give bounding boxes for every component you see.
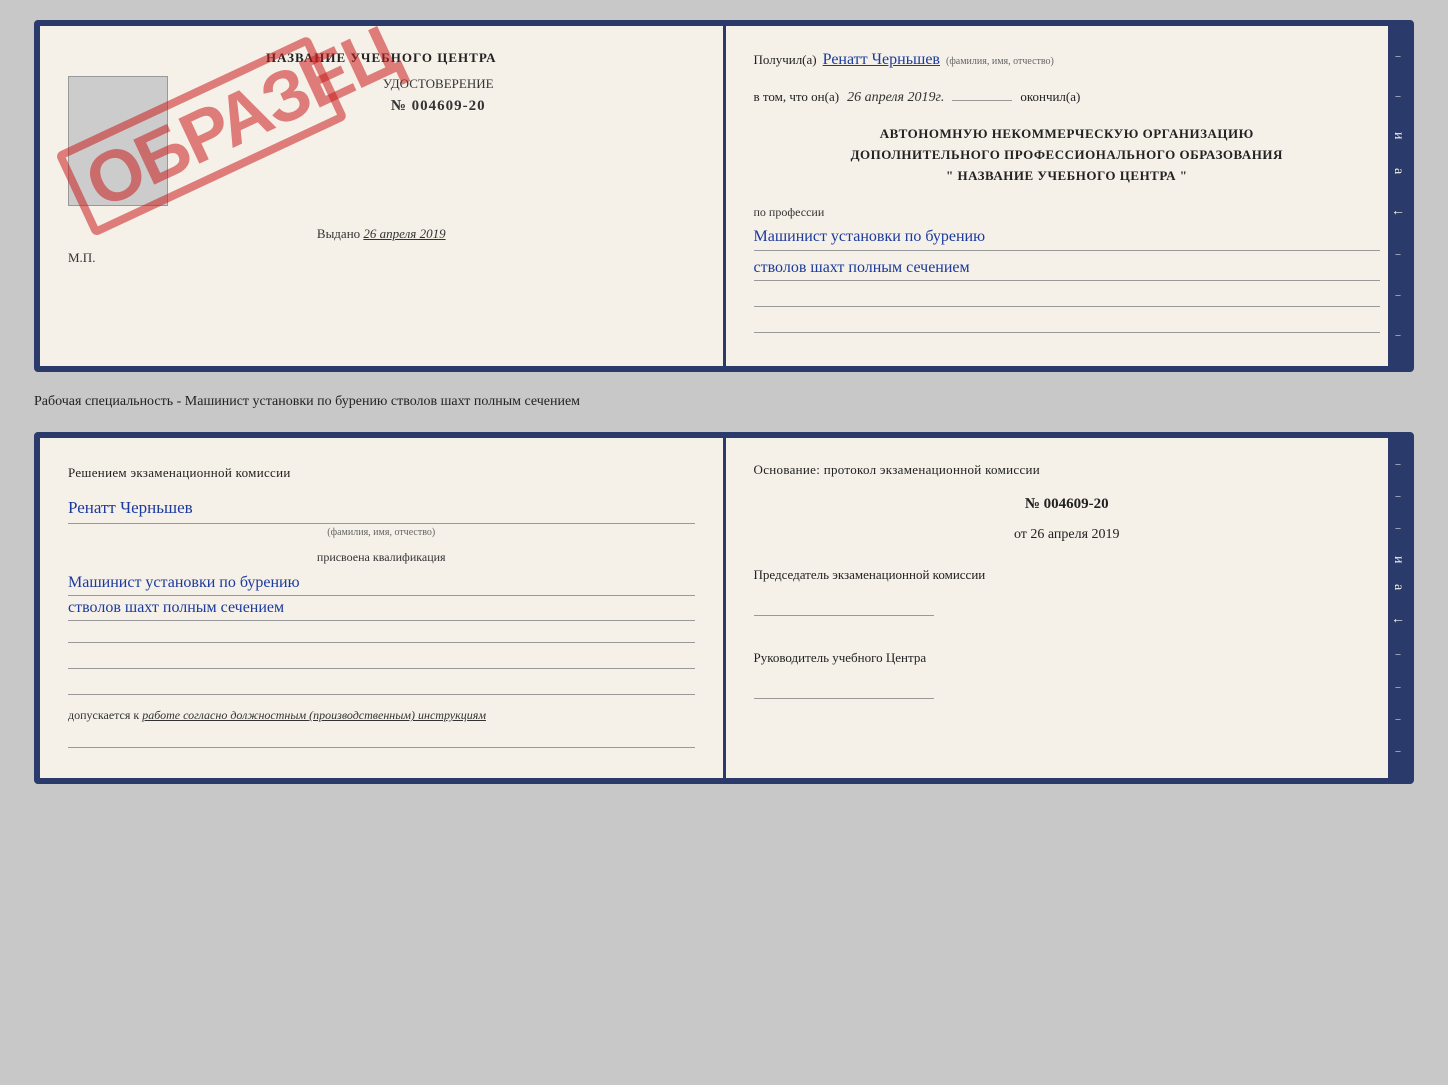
underline1	[68, 621, 695, 643]
qualification-line2: стволов шахт полным сечением	[68, 596, 695, 621]
person-name: Ренатт Черньшев	[68, 494, 695, 524]
bottom-document: Решением экзаменационной комиссии Ренатт…	[34, 432, 1414, 784]
protocol-number: № 004609-20	[754, 491, 1381, 518]
chairman-sig-line	[754, 594, 934, 616]
chairman-block: Председатель экзаменационной комиссии	[754, 562, 1381, 625]
issued-label: Выдано	[317, 226, 360, 241]
photo-stamp-area: УДОСТОВЕРЕНИЕ № 004609-20	[68, 76, 695, 206]
profession-line2: стволов шахт полным сечением	[754, 255, 1381, 282]
photo-placeholder	[68, 76, 168, 206]
допускается-line: допускается к работе согласно должностны…	[68, 705, 695, 725]
name-hint-top: (фамилия, имя, отчество)	[946, 53, 1054, 71]
bottom-left-page: Решением экзаменационной комиссии Ренатт…	[40, 438, 726, 778]
qualification-label: присвоена квалификация	[68, 547, 695, 567]
date-value: 26 апреля 2019г.	[847, 85, 944, 110]
top-left-page: НАЗВАНИЕ УЧЕБНОГО ЦЕНТРА УДОСТОВЕРЕНИЕ №…	[40, 26, 726, 366]
date-prefix: в том, что он(а)	[754, 85, 840, 108]
chairman-label: Председатель экзаменационной комиссии	[754, 562, 1381, 588]
director-block: Руководитель учебного Центра	[754, 645, 1381, 708]
profession-block: по профессии Машинист установки по бурен…	[754, 200, 1381, 333]
qualification-line1: Машинист установки по бурению	[68, 571, 695, 596]
stamp-area: УДОСТОВЕРЕНИЕ № 004609-20	[182, 76, 695, 115]
cert-label: УДОСТОВЕРЕНИЕ	[182, 76, 695, 92]
допускается-text: работе согласно должностным (производств…	[142, 708, 486, 722]
top-left-title: НАЗВАНИЕ УЧЕБНОГО ЦЕНТРА	[266, 50, 497, 66]
mp-label: М.П.	[68, 250, 695, 266]
date-suffix: окончил(а)	[1020, 85, 1080, 108]
top-right-page: Получил(а) Ренатт Черньшев (фамилия, имя…	[726, 26, 1409, 366]
underline2	[68, 647, 695, 669]
person-block: Ренатт Черньшев (фамилия, имя, отчество)	[68, 494, 695, 541]
bottom-right-page: Основание: протокол экзаменационной коми…	[726, 438, 1409, 778]
specialty-label: Рабочая специальность - Машинист установ…	[34, 390, 1414, 414]
profession-label: по профессии	[754, 205, 825, 219]
org-line1: АВТОНОМНУЮ НЕКОММЕРЧЕСКУЮ ОРГАНИЗАЦИЮ	[754, 124, 1381, 145]
director-sig-line	[754, 677, 934, 699]
bottom-left-content: Решением экзаменационной комиссии Ренатт…	[68, 462, 695, 748]
org-block: АВТОНОМНУЮ НЕКОММЕРЧЕСКУЮ ОРГАНИЗАЦИЮ ДО…	[754, 124, 1381, 186]
underline4	[68, 726, 695, 748]
person-hint: (фамилия, имя, отчество)	[68, 524, 695, 541]
underline3	[68, 673, 695, 695]
org-line3: " НАЗВАНИЕ УЧЕБНОГО ЦЕНТРА "	[754, 166, 1381, 187]
protocol-date: от 26 апреля 2019	[754, 522, 1381, 547]
cert-number: № 004609-20	[182, 98, 695, 115]
protocol-date-prefix: от	[1014, 527, 1027, 542]
issued-date: 26 апреля 2019	[363, 226, 445, 241]
received-name: Ренатт Черньшев	[823, 46, 940, 75]
date-line: в том, что он(а) 26 апреля 2019г. окончи…	[754, 85, 1381, 110]
received-prefix: Получил(а)	[754, 48, 817, 71]
issued-line: Выдано 26 апреля 2019	[317, 226, 446, 242]
osnov-title: Основание: протокол экзаменационной коми…	[754, 458, 1381, 481]
bottom-right-content: Основание: протокол экзаменационной коми…	[754, 458, 1381, 708]
received-line: Получил(а) Ренатт Черньшев (фамилия, имя…	[754, 46, 1381, 75]
top-right-content: Получил(а) Ренатт Черньшев (фамилия, имя…	[754, 46, 1381, 333]
commission-title: Решением экзаменационной комиссии	[68, 462, 695, 484]
top-document: НАЗВАНИЕ УЧЕБНОГО ЦЕНТРА УДОСТОВЕРЕНИЕ №…	[34, 20, 1414, 372]
protocol-date-val: 26 апреля 2019	[1030, 527, 1119, 542]
director-label: Руководитель учебного Центра	[754, 645, 1381, 671]
org-line2: ДОПОЛНИТЕЛЬНОГО ПРОФЕССИОНАЛЬНОГО ОБРАЗО…	[754, 145, 1381, 166]
profession-line1: Машинист установки по бурению	[754, 224, 1381, 251]
допускается-prefix: допускается к	[68, 708, 139, 722]
